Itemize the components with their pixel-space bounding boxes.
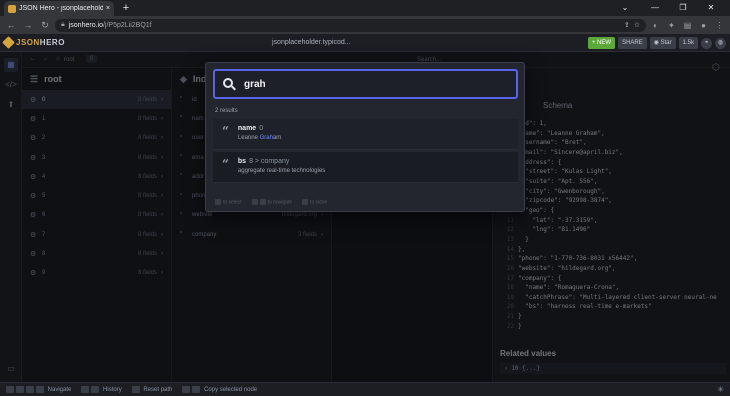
result-key: bs	[237, 158, 247, 165]
search-modal: 2 results “ name0 Leanne Graham “ bs8 > …	[205, 62, 525, 212]
settings-gear-icon[interactable]: ✳	[717, 385, 724, 394]
shortcut-copy: Copy selected node	[182, 385, 257, 393]
minimize-button[interactable]: —	[644, 0, 666, 16]
search-box[interactable]	[213, 69, 518, 99]
quote-icon: “	[222, 124, 229, 138]
github-star-button[interactable]: ◉ Star	[649, 37, 676, 49]
address-bar[interactable]: 🔒︎ jsonhero.io /j/P5p2Lii2BQ1f ⇪ ☆	[55, 18, 646, 32]
maximize-button[interactable]: ❐	[672, 0, 694, 16]
jsonhero-logo[interactable]: JSON HERO	[2, 36, 65, 49]
logo-mark-icon	[2, 36, 15, 49]
github-icon: ◉	[653, 40, 661, 46]
share-button[interactable]: SHARE	[618, 37, 647, 49]
quote-icon: “	[222, 157, 229, 171]
tab-title: JSON Hero - jsonplaceholder.typ...	[19, 5, 103, 12]
favicon-icon	[8, 4, 16, 13]
user-avatar-icon[interactable]: ◍	[715, 37, 726, 49]
url-host: jsonhero.io	[68, 21, 103, 29]
modal-footer: to select to navigate to close	[215, 199, 327, 205]
search-result[interactable]: “ bs 8 > company aggregate real-time tech…	[213, 152, 518, 183]
result-count: 2 results	[215, 108, 238, 114]
lock-icon: 🔒︎	[61, 21, 65, 28]
result-key: name	[237, 125, 257, 132]
new-button[interactable]: + NEW	[587, 37, 616, 49]
search-result[interactable]: “ name 0 Leanne Graham	[213, 119, 518, 150]
profile-icon[interactable]: ●	[697, 19, 710, 32]
reload-icon[interactable]: ↻	[38, 18, 52, 32]
menu-kebab-icon[interactable]: ⋮	[713, 19, 726, 32]
discord-icon[interactable]: ◓	[701, 37, 712, 49]
document-title[interactable]: jsonplaceholder.typicod...	[272, 39, 351, 46]
footer-navigate-hint: to navigate	[251, 199, 292, 205]
star-count: 1.5k	[678, 37, 698, 49]
result-value: aggregate real-time technologies	[237, 168, 326, 174]
sidebar-icon[interactable]: ▤	[681, 19, 694, 32]
footer-close-hint: to close	[302, 199, 327, 205]
forward-arrow-icon[interactable]: →	[21, 18, 35, 32]
shortcut-bar: Navigate History Reset path Copy selecte…	[0, 382, 730, 396]
extensions-puzzle-icon[interactable]: ✦	[665, 19, 678, 32]
close-window-button[interactable]: ✕	[700, 0, 722, 16]
bookmark-star-icon[interactable]: ☆	[634, 21, 640, 29]
result-path: 0	[259, 125, 264, 132]
browser-tab[interactable]: JSON Hero - jsonplaceholder.typ... ×	[4, 1, 114, 16]
share-page-icon[interactable]: ⇪	[624, 21, 630, 29]
shortcut-reset: Reset path	[131, 385, 172, 393]
result-path: 8 > company	[249, 158, 290, 165]
back-arrow-icon[interactable]: ←	[4, 18, 18, 32]
tab-close-icon[interactable]: ×	[106, 5, 110, 12]
result-value: Leanne Graham	[237, 135, 282, 141]
footer-select-hint: to select	[215, 199, 242, 205]
match-highlight: Grah	[259, 135, 273, 141]
search-icon	[223, 77, 236, 91]
tab-search-icon[interactable]: ⌄	[614, 0, 636, 16]
shortcut-navigate: Navigate	[6, 385, 71, 393]
browser-toolbar: ← → ↻ 🔒︎ jsonhero.io /j/P5p2Lii2BQ1f ⇪ ☆…	[0, 16, 730, 34]
extension-icon[interactable]: ◐	[649, 19, 662, 32]
app-header: JSON HERO jsonplaceholder.typicod... + NE…	[0, 34, 730, 52]
new-tab-button[interactable]: +	[119, 1, 133, 15]
search-input[interactable]	[244, 78, 504, 90]
url-path: /j/P5p2Lii2BQ1f	[102, 21, 152, 29]
shortcut-history: History	[81, 385, 122, 393]
